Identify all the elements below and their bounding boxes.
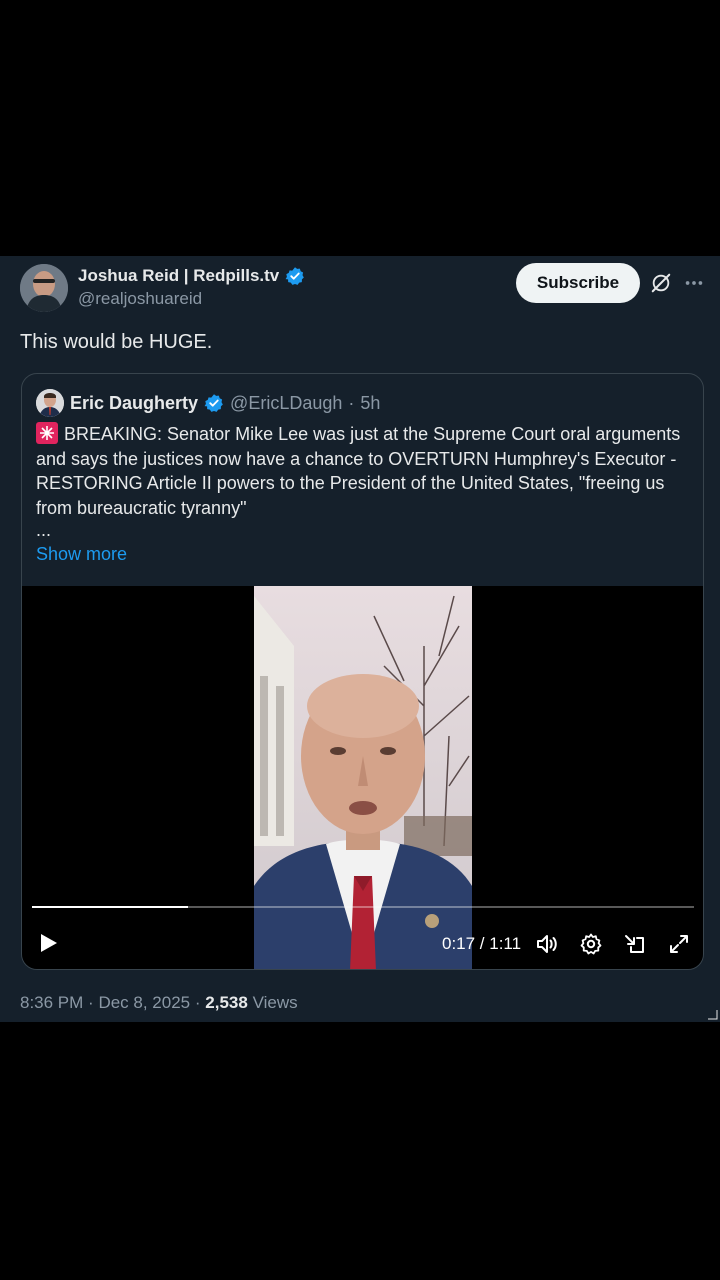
author-name[interactable]: Joshua Reid | Redpills.tv <box>78 266 279 286</box>
post-text: This would be HUGE. <box>20 331 213 353</box>
minimize-icon[interactable] <box>623 932 647 956</box>
post-time[interactable]: 8:36 PM <box>20 993 83 1012</box>
show-more-link[interactable]: Show more <box>36 544 127 565</box>
fullscreen-icon[interactable] <box>667 932 691 956</box>
settings-icon[interactable] <box>579 932 603 956</box>
quoted-header: Eric Daugherty @EricLDaugh · 5h <box>70 390 380 416</box>
post-meta: 8:36 PM · Dec 8, 2025 · 2,538 Views <box>20 993 298 1013</box>
quoted-verified-badge-icon <box>204 394 223 412</box>
video-frame <box>254 586 472 969</box>
grok-icon[interactable] <box>650 272 672 294</box>
quoted-separator: · <box>348 392 355 413</box>
views-label: Views <box>252 993 298 1012</box>
play-icon[interactable] <box>36 931 60 955</box>
meta-dot: · <box>88 993 94 1012</box>
quoted-author-handle[interactable]: @EricLDaugh <box>230 393 342 414</box>
post-date[interactable]: Dec 8, 2025 <box>98 993 190 1012</box>
subscribe-button[interactable]: Subscribe <box>516 263 640 303</box>
quoted-text-block: BREAKING: Senator Mike Lee was just at t… <box>36 422 696 544</box>
resize-corner-icon <box>708 1010 718 1020</box>
quoted-avatar-image <box>36 389 64 417</box>
video-time-display: 0:17 / 1:11 <box>442 934 522 953</box>
more-icon[interactable] <box>683 272 705 294</box>
quoted-timestamp[interactable]: 5h <box>360 393 380 414</box>
author-name-row[interactable]: Joshua Reid | Redpills.tv <box>78 264 305 288</box>
verified-badge-icon <box>285 267 305 285</box>
meta-dot: · <box>194 993 201 1012</box>
video-player[interactable]: 0:17 / 1:11 <box>22 586 703 969</box>
video-thumbnail-image <box>254 586 472 969</box>
quoted-author-avatar[interactable] <box>36 389 64 417</box>
author-avatar[interactable] <box>20 264 68 312</box>
quoted-post[interactable]: Eric Daugherty @EricLDaugh · 5h BREAKING… <box>21 373 704 970</box>
quoted-author-name[interactable]: Eric Daugherty <box>70 393 198 414</box>
quoted-ellipsis: ... <box>36 520 52 540</box>
video-progress-fill <box>32 906 188 908</box>
siren-icon <box>36 422 58 444</box>
author-handle[interactable]: @realjoshuareid <box>78 289 202 309</box>
video-progress-bar[interactable] <box>32 906 694 908</box>
volume-icon[interactable] <box>535 932 559 956</box>
views-count: 2,538 <box>205 993 248 1012</box>
quoted-text: BREAKING: Senator Mike Lee was just at t… <box>36 424 681 518</box>
avatar-image <box>20 264 68 312</box>
